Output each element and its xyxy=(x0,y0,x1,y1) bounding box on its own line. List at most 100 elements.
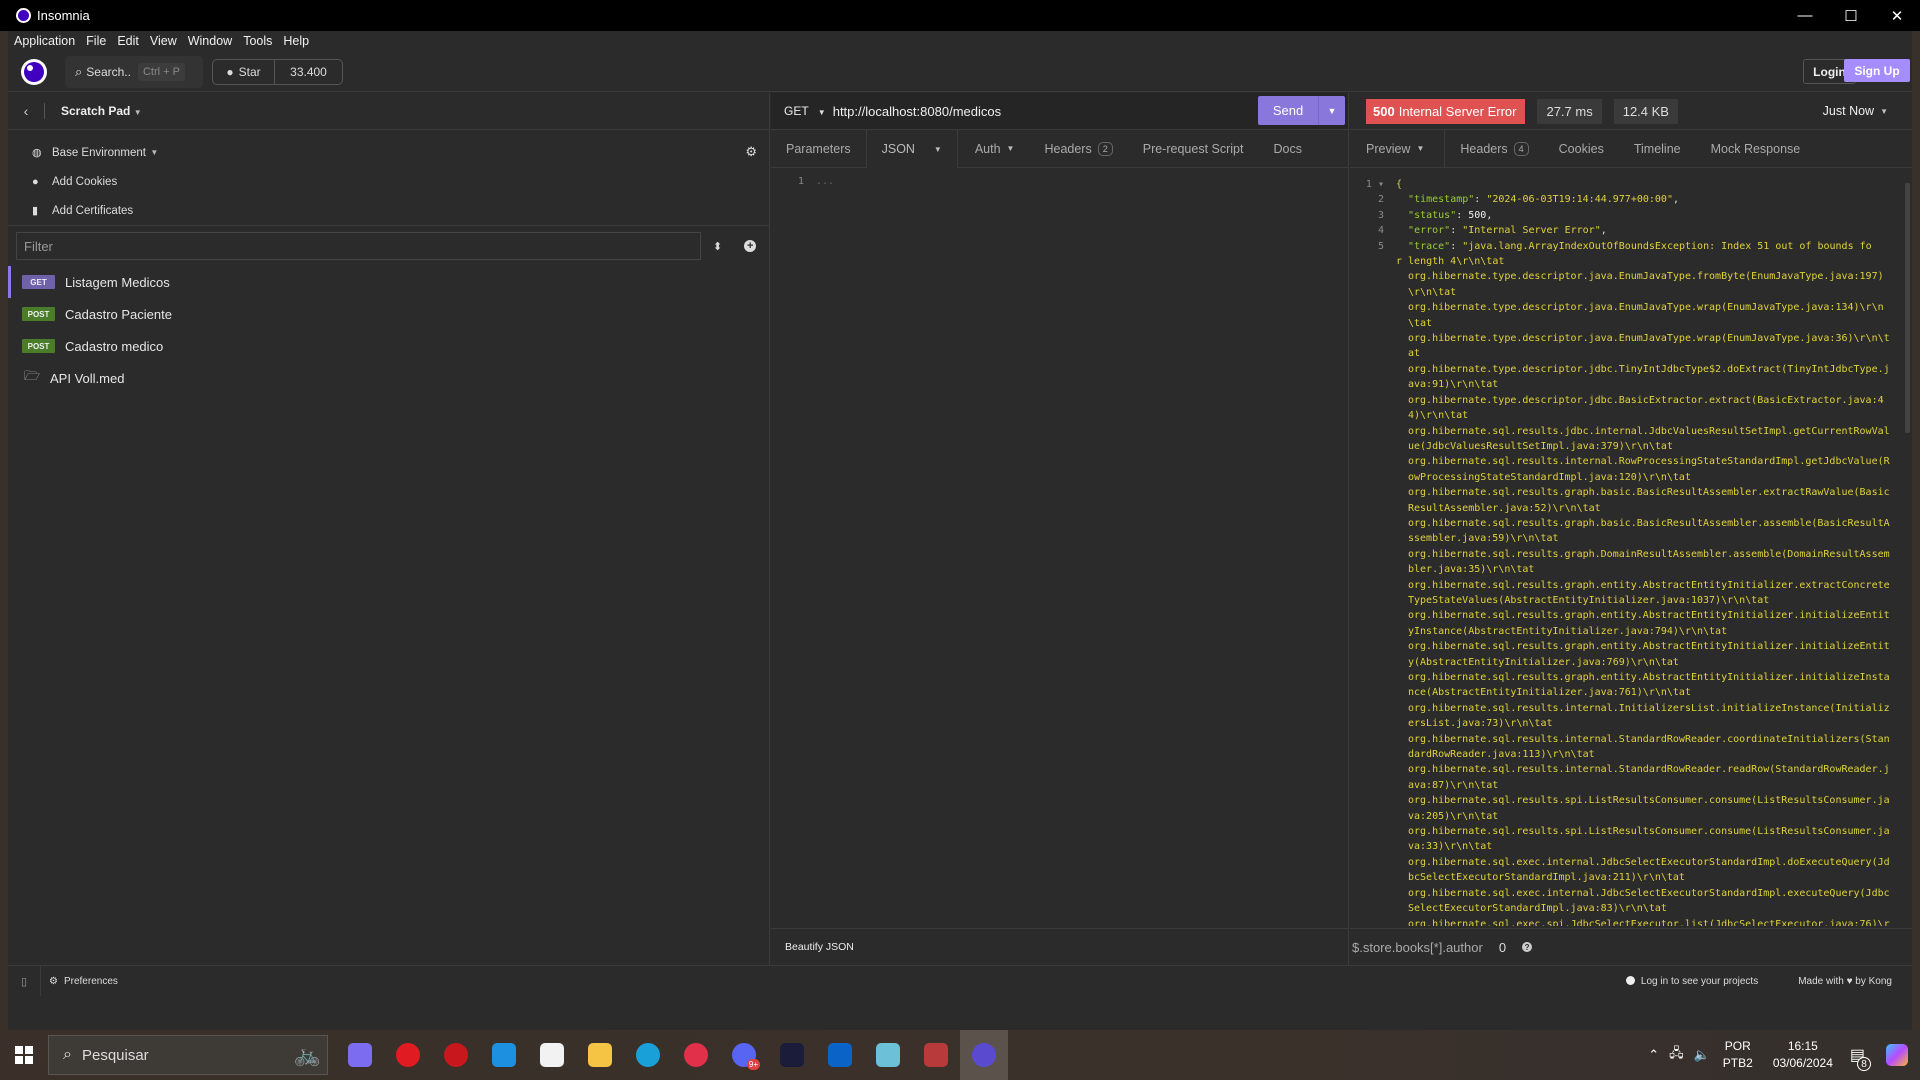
jsonpath-result-count: 0 xyxy=(1498,939,1507,955)
tab-auth[interactable]: Auth ▼ xyxy=(958,130,1030,167)
intellij-taskbar-button[interactable] xyxy=(768,1030,816,1080)
preferences-button[interactable]: ⚙ Preferences xyxy=(49,976,118,987)
request-name: Listagem Medicos xyxy=(65,274,170,290)
search-label: Search.. xyxy=(86,65,131,79)
environment-selector[interactable]: ◍ Base Environment ▼ ⚙ xyxy=(8,138,769,167)
clock[interactable]: 16:15 03/06/2024 xyxy=(1773,1038,1833,1072)
winrar-taskbar-button[interactable] xyxy=(912,1030,960,1080)
url-input[interactable]: http://localhost:8080/medicos xyxy=(833,104,1001,119)
request-footer: Beautify JSON xyxy=(771,928,1348,965)
edge-taskbar-button[interactable] xyxy=(624,1030,672,1080)
add-certificates-button[interactable]: ▮ Add Certificates xyxy=(8,196,769,225)
signup-button[interactable]: Sign Up xyxy=(1844,59,1910,82)
help-icon[interactable]: ? xyxy=(1522,942,1533,952)
windows-taskbar: ⌕ Pesquisar 🚲 9+ ⌃ 🖧 🔈 POR PTB2 16:15 03… xyxy=(0,1030,1920,1080)
tab-label: Mock Response xyxy=(1710,141,1801,156)
tab-mock-response[interactable]: Mock Response xyxy=(1696,130,1816,167)
add-certificates-label: Add Certificates xyxy=(52,204,134,217)
menu-application[interactable]: Application xyxy=(14,34,75,48)
globe-icon: ◍ xyxy=(32,147,42,159)
sort-icon[interactable]: ⬍ xyxy=(713,240,722,253)
request-item[interactable]: GET Listagem Medicos xyxy=(8,266,769,298)
request-item[interactable]: POST Cadastro Paciente xyxy=(8,298,769,330)
jsonpath-filter-input[interactable]: $.store.books[*].author xyxy=(1352,940,1483,955)
language-indicator[interactable]: POR PTB2 xyxy=(1723,1038,1753,1072)
notifications-icon[interactable]: ▤ 8 xyxy=(1850,1045,1871,1071)
tab-response-headers[interactable]: Headers 4 xyxy=(1445,130,1543,167)
edge-icon xyxy=(636,1043,660,1067)
project-title-dropdown[interactable]: Scratch Pad ▼ xyxy=(61,104,142,118)
add-cookies-label: Add Cookies xyxy=(52,175,118,188)
history-label: Just Now xyxy=(1822,104,1875,118)
gear-icon[interactable]: ⚙ xyxy=(745,144,757,160)
back-icon[interactable]: ‹ xyxy=(8,103,44,119)
tab-docs[interactable]: Docs xyxy=(1258,130,1316,167)
trace-line: org.hibernate.sql.results.graph.entity.A… xyxy=(1408,579,1890,606)
history-dropdown[interactable]: Just Now ▼ xyxy=(1823,104,1888,118)
response-json-viewer[interactable]: 1 ▾ { 2 "timestamp": "2024-06-03T19:14:4… xyxy=(1350,171,1906,926)
line-number: 4 xyxy=(1377,225,1384,237)
start-button[interactable] xyxy=(0,1030,48,1080)
maximize-button[interactable]: ☐ xyxy=(1828,0,1874,31)
trace-line: org.hibernate.sql.results.graph.basic.Ba… xyxy=(1408,487,1890,514)
copilot-icon[interactable] xyxy=(1886,1044,1908,1066)
minimize-button[interactable]: — xyxy=(1782,0,1828,31)
json-text: "error": "Internal Server Error", xyxy=(1408,225,1607,237)
send-button[interactable]: Send ▼ xyxy=(1258,96,1345,125)
menu-edit[interactable]: Edit xyxy=(117,34,139,48)
response-scrollbar[interactable] xyxy=(1905,183,1910,433)
volume-icon[interactable]: 🔈 xyxy=(1694,1047,1710,1063)
method-dropdown[interactable]: GET ▼ xyxy=(784,104,826,118)
opera-taskbar-button[interactable] xyxy=(384,1030,432,1080)
store-taskbar-button[interactable] xyxy=(528,1030,576,1080)
tab-cookies[interactable]: Cookies xyxy=(1544,130,1619,167)
tab-pre-request-script[interactable]: Pre-request Script xyxy=(1128,130,1259,167)
folder-item[interactable]: 🗁 API Voll.med xyxy=(8,362,769,394)
opera-gx-taskbar-button[interactable] xyxy=(672,1030,720,1080)
tab-preview[interactable]: Preview ▼ xyxy=(1350,130,1446,167)
beautify-json-button[interactable]: Beautify JSON xyxy=(785,941,854,953)
menu-window[interactable]: Window xyxy=(188,34,232,48)
response-footer: $.store.books[*].author 0 ? xyxy=(1350,928,1912,965)
search-button[interactable]: ⌕ Search.. Ctrl + P xyxy=(65,56,203,88)
taskbar-search[interactable]: ⌕ Pesquisar 🚲 xyxy=(48,1035,328,1075)
login-hint[interactable]: Log in to see your projects xyxy=(1625,976,1758,987)
method-badge: GET xyxy=(22,275,55,289)
tab-parameters[interactable]: Parameters xyxy=(771,130,866,167)
mail-taskbar-button[interactable] xyxy=(480,1030,528,1080)
filter-input[interactable]: Filter xyxy=(16,232,701,260)
menu-help[interactable]: Help xyxy=(283,34,309,48)
notification-badge: 9+ xyxy=(746,1059,760,1070)
notepad-taskbar-button[interactable] xyxy=(864,1030,912,1080)
insomnia-home-icon[interactable] xyxy=(21,59,47,85)
request-item[interactable]: POST Cadastro medico xyxy=(8,330,769,362)
star-count: 33.400 xyxy=(290,65,327,79)
add-cookies-button[interactable]: ● Add Cookies xyxy=(8,167,769,196)
menu-tools[interactable]: Tools xyxy=(243,34,272,48)
tab-timeline[interactable]: Timeline xyxy=(1619,130,1696,167)
github-star-widget[interactable]: ● Star 33.400 xyxy=(212,59,343,85)
insomnia-taskbar-button[interactable] xyxy=(960,1030,1008,1080)
trace-line: org.hibernate.sql.results.graph.DomainRe… xyxy=(1408,548,1890,576)
chevron-up-icon[interactable]: ⌃ xyxy=(1648,1047,1659,1063)
tab-json[interactable]: JSON ▼ xyxy=(865,130,958,168)
close-button[interactable]: ✕ xyxy=(1874,0,1920,31)
send-options-icon[interactable]: ▼ xyxy=(1318,96,1345,125)
tab-headers[interactable]: Headers 2 xyxy=(1029,130,1127,167)
response-pane: 500 Internal Server Error 27.7 ms 12.4 K… xyxy=(1350,93,1912,965)
driver-booster-taskbar-button[interactable] xyxy=(432,1030,480,1080)
menu-view[interactable]: View xyxy=(150,34,177,48)
method-label: GET xyxy=(784,104,809,118)
body-editor[interactable]: 1 ... xyxy=(771,174,1348,188)
chevron-down-icon: ▼ xyxy=(1880,106,1888,116)
network-icon[interactable]: 🖧 xyxy=(1669,1044,1684,1066)
trace-line: org.hibernate.sql.results.graph.entity.A… xyxy=(1408,641,1890,668)
toggle-sidebar-icon[interactable]: ▯ xyxy=(8,966,41,996)
copilot-taskbar-button[interactable] xyxy=(336,1030,384,1080)
add-request-icon[interactable]: + xyxy=(744,240,757,252)
file-explorer-taskbar-button[interactable] xyxy=(576,1030,624,1080)
discord-taskbar-button[interactable]: 9+ xyxy=(720,1030,768,1080)
cookie-icon: ● xyxy=(32,175,39,188)
outlook-taskbar-button[interactable] xyxy=(816,1030,864,1080)
menu-file[interactable]: File xyxy=(86,34,106,48)
